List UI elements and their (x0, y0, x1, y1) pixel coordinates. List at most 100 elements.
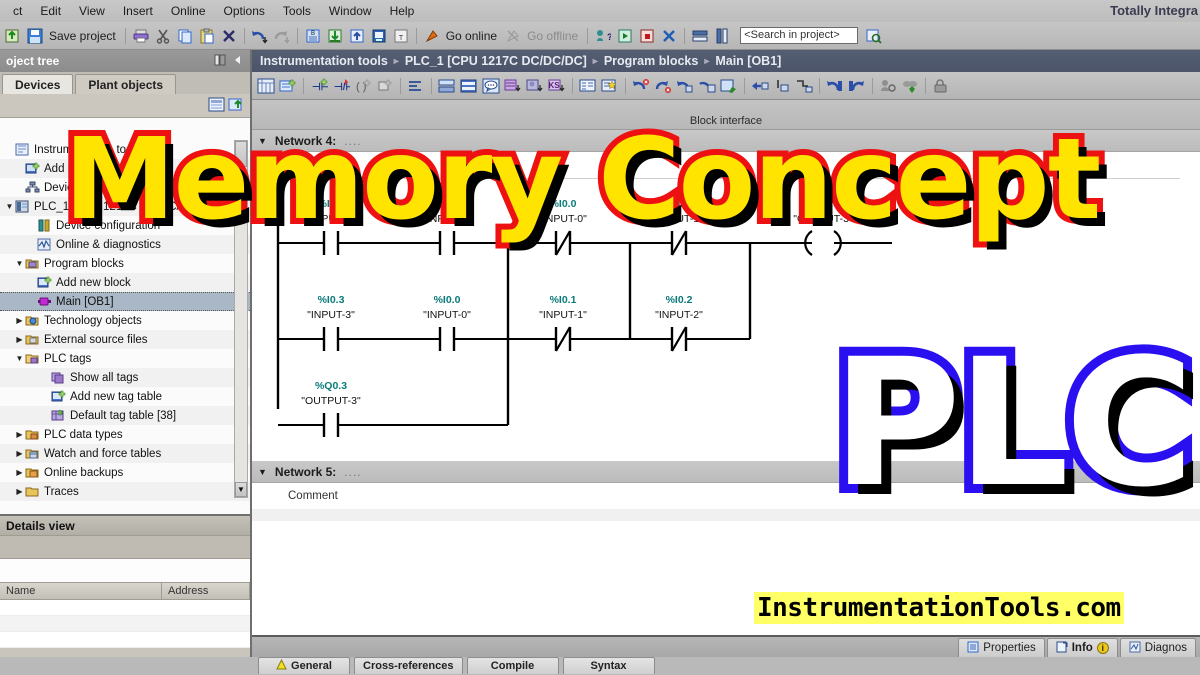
go-to-next-error-icon[interactable] (653, 76, 673, 96)
tree-arrow-collapsed[interactable]: ▶ (14, 430, 25, 439)
tab-info[interactable]: Info i (1046, 638, 1118, 657)
collapse-panel-icon[interactable] (232, 54, 244, 69)
block-interface-bar[interactable]: Block interface (252, 100, 1200, 130)
show-monitor-values-icon[interactable] (900, 76, 920, 96)
save-project-label[interactable]: Save project (47, 29, 120, 43)
bookmark-next-icon[interactable] (794, 76, 814, 96)
go-to-previous-error-icon[interactable] (631, 76, 651, 96)
insert-box-icon[interactable] (375, 76, 395, 96)
menu-item-insert[interactable]: Insert (114, 2, 162, 20)
tree-item-plc-tags[interactable]: ▼ PLC tags (0, 349, 250, 368)
monitoring-on-icon[interactable] (878, 76, 898, 96)
tree-arrow-collapsed[interactable]: ▶ (14, 487, 25, 496)
start-cpu-icon[interactable] (615, 26, 635, 46)
go-offline-icon[interactable] (503, 26, 523, 46)
tree-item-default-tag-table[interactable]: Default tag table [38] (0, 406, 250, 425)
download-to-device-icon[interactable] (325, 26, 345, 46)
split-horizontal-icon[interactable] (690, 26, 710, 46)
redo-icon[interactable] (272, 26, 292, 46)
tree-arrow-collapsed[interactable]: ▶ (14, 449, 25, 458)
go-online-icon[interactable] (422, 26, 442, 46)
details-view-title[interactable]: Details view (0, 516, 250, 536)
tree-item-devices-networks[interactable]: Devices & networks (0, 178, 250, 197)
symbolic-operands-icon[interactable] (525, 76, 545, 96)
tab-cross-references[interactable]: Cross-references (354, 657, 463, 674)
online-diagnostics-icon[interactable]: ? (593, 26, 613, 46)
block-interface-toggle-icon[interactable] (256, 76, 276, 96)
tree-item-add-new-block[interactable]: Add new block (0, 273, 250, 292)
save-icon[interactable] (25, 26, 45, 46)
collapse-triangle-icon[interactable]: ▼ (258, 467, 267, 477)
bookmark-set-icon[interactable] (772, 76, 792, 96)
tab-devices[interactable]: Devices (2, 74, 74, 94)
paste-icon[interactable] (197, 26, 217, 46)
network-5-header[interactable]: ▼ Network 5: .... (252, 461, 1200, 483)
new-project-icon[interactable] (3, 26, 23, 46)
insert-network-icon[interactable] (278, 76, 298, 96)
tree-item-program-blocks[interactable]: ▼ Program blocks (0, 254, 250, 273)
breadcrumb-item-plc[interactable]: PLC_1 [CPU 1217C DC/DC/DC] (405, 54, 587, 68)
menu-item-window[interactable]: Window (320, 2, 381, 20)
undo-icon[interactable] (250, 26, 270, 46)
tree-item-plc-1[interactable]: ▼ PLC_1 [CPU 1217C DC/DC/DC] (0, 197, 250, 216)
network-5-comment[interactable]: Comment (252, 483, 1200, 509)
show-comment-icon[interactable] (481, 76, 501, 96)
tree-item-online-backups[interactable]: ▶ Online backups (0, 463, 250, 482)
network-overview-icon[interactable] (578, 76, 598, 96)
column-header-address[interactable]: Address (162, 583, 250, 599)
jump-forward-icon[interactable] (847, 76, 867, 96)
tree-arrow-collapsed[interactable]: ▶ (14, 468, 25, 477)
block-protection-icon[interactable] (931, 76, 951, 96)
tree-item-add-new-device[interactable]: Add new device (0, 159, 250, 178)
tree-arrow-collapsed[interactable]: ▶ (14, 335, 25, 344)
menu-item-help[interactable]: Help (381, 2, 424, 20)
align-list-icon[interactable] (437, 76, 457, 96)
tree-arrow-expanded[interactable]: ▼ (14, 354, 25, 363)
absolute-operands-icon[interactable] (503, 76, 523, 96)
print-icon[interactable] (131, 26, 151, 46)
tree-arrow-collapsed[interactable]: ▶ (14, 316, 25, 325)
network-4-header[interactable]: ▼ Network 4: .... (252, 130, 1200, 152)
favorites-icon[interactable] (600, 76, 620, 96)
pin-panel-icon[interactable] (214, 54, 226, 69)
tree-arrow-expanded[interactable]: ▼ (4, 202, 15, 211)
project-tree-list[interactable]: Instrumentation tools Add new device Dev… (0, 118, 250, 522)
tab-diagnostics[interactable]: Diagnos (1119, 638, 1196, 657)
tab-plant-objects[interactable]: Plant objects (75, 74, 177, 94)
menu-item-project[interactable]: ct (4, 2, 31, 20)
jump-backward-icon[interactable] (825, 76, 845, 96)
search-input[interactable]: <Search in project> (740, 27, 859, 44)
update-inconsistent-blocks-icon[interactable] (675, 76, 695, 96)
tab-properties[interactable]: Properties (958, 638, 1045, 657)
compile-icon[interactable]: B (303, 26, 323, 46)
scrollbar-thumb[interactable] (235, 141, 247, 167)
menu-item-online[interactable]: Online (162, 2, 215, 20)
menu-item-edit[interactable]: Edit (31, 2, 70, 20)
tree-item-show-all-tags[interactable]: Show all tags (0, 368, 250, 387)
tree-arrow-expanded[interactable]: ▼ (14, 259, 25, 268)
go-online-label[interactable]: Go online (444, 29, 501, 43)
project-tree-scrollbar[interactable]: ▼ (234, 140, 248, 498)
operand-display-icon[interactable]: KS (547, 76, 567, 96)
tree-item-online-diagnostics[interactable]: Online & diagnostics (0, 235, 250, 254)
tab-general[interactable]: General (258, 657, 350, 674)
monitor-from-icon[interactable] (750, 76, 770, 96)
compare-icon[interactable]: T (391, 26, 411, 46)
tab-syntax[interactable]: Syntax (562, 657, 655, 674)
stop-cpu-icon[interactable] (637, 26, 657, 46)
upload-from-device-icon[interactable] (347, 26, 367, 46)
close-online-icon[interactable] (659, 26, 679, 46)
tree-item-device-configuration[interactable]: Device configuration (0, 216, 250, 235)
menu-item-options[interactable]: Options (215, 2, 274, 20)
tree-refresh-icon[interactable] (228, 97, 245, 115)
search-project-icon[interactable] (864, 26, 884, 46)
block-call-icon[interactable] (697, 76, 717, 96)
insert-nc-contact-icon[interactable]: ⊣/⊢ (331, 76, 351, 96)
table-view-icon[interactable] (459, 76, 479, 96)
tree-item-main-ob1[interactable]: Main [OB1] (0, 292, 250, 311)
menu-item-view[interactable]: View (70, 2, 114, 20)
tree-item-external-source-files[interactable]: ▶ External source files (0, 330, 250, 349)
open-branch-icon[interactable] (406, 76, 426, 96)
tree-item-plc-data-types[interactable]: ▶ PLC data types (0, 425, 250, 444)
tab-compile[interactable]: Compile (466, 657, 559, 674)
